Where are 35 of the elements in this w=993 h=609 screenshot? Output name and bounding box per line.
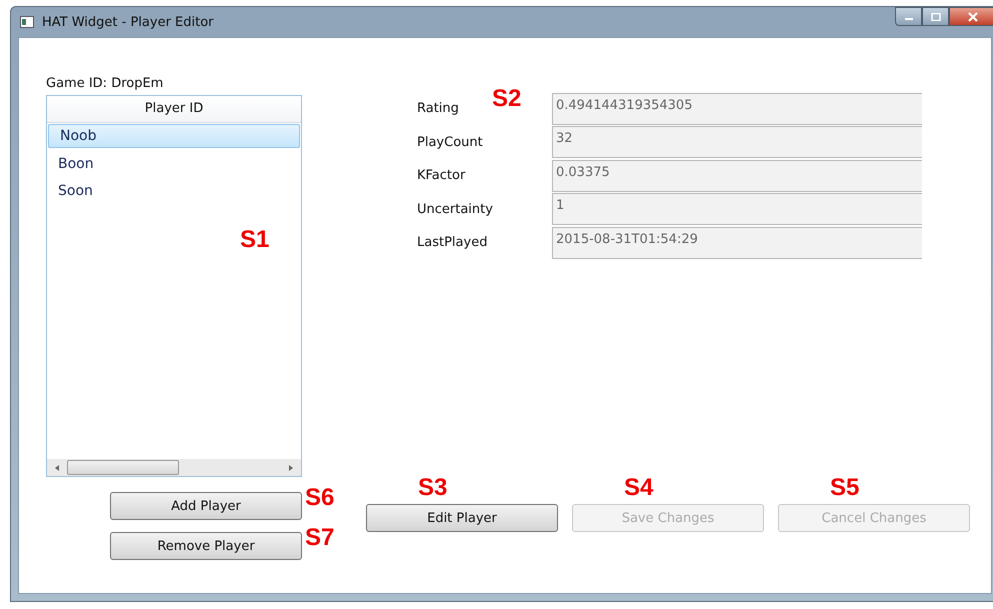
list-button[interactable]: Remove Player (110, 532, 302, 560)
scroll-left-icon[interactable] (53, 464, 61, 472)
horizontal-scrollbar[interactable] (47, 459, 301, 476)
annotation-marker: S7 (305, 526, 334, 550)
scroll-right-icon[interactable] (287, 464, 295, 472)
annotation-marker: S3 (418, 476, 448, 500)
field-label: LastPlayed (417, 235, 488, 250)
scroll-thumb[interactable] (67, 460, 179, 475)
field-label: Rating (417, 101, 460, 116)
input-field[interactable]: 2015-08-31T01:54:29 (552, 226, 922, 259)
close-button[interactable] (949, 7, 993, 26)
player-item[interactable]: Boon (47, 151, 301, 178)
annotation-marker: S6 (305, 486, 334, 510)
list-button[interactable]: Add Player (110, 492, 302, 520)
annotation-marker: S4 (624, 476, 654, 500)
input-field[interactable]: 0.494144319354305 (552, 92, 922, 125)
annotation-marker: S5 (830, 476, 860, 500)
maximize-button[interactable] (922, 7, 949, 26)
game-id-label: Game ID: DropEm (46, 76, 164, 93)
field-label: KFactor (417, 168, 466, 184)
close-icon (966, 12, 978, 22)
annotation-marker: S1 (240, 228, 270, 252)
player-item[interactable]: Noob (48, 124, 300, 148)
window-icon (20, 16, 34, 28)
input-field[interactable]: 32 (552, 126, 922, 158)
minimize-button[interactable] (895, 7, 922, 26)
maximize-icon (930, 12, 940, 20)
field-label: Uncertainty (417, 202, 494, 217)
action-button[interactable]: Edit Player (366, 504, 558, 532)
input-field[interactable]: 1 (552, 193, 922, 226)
input-field[interactable]: 0.03375 (552, 160, 922, 192)
field-label: PlayCount (417, 134, 484, 150)
annotation-marker: S2 (492, 87, 522, 111)
player-item[interactable]: Soon (47, 178, 301, 205)
window-title: HAT Widget - Player Editor (42, 14, 214, 30)
